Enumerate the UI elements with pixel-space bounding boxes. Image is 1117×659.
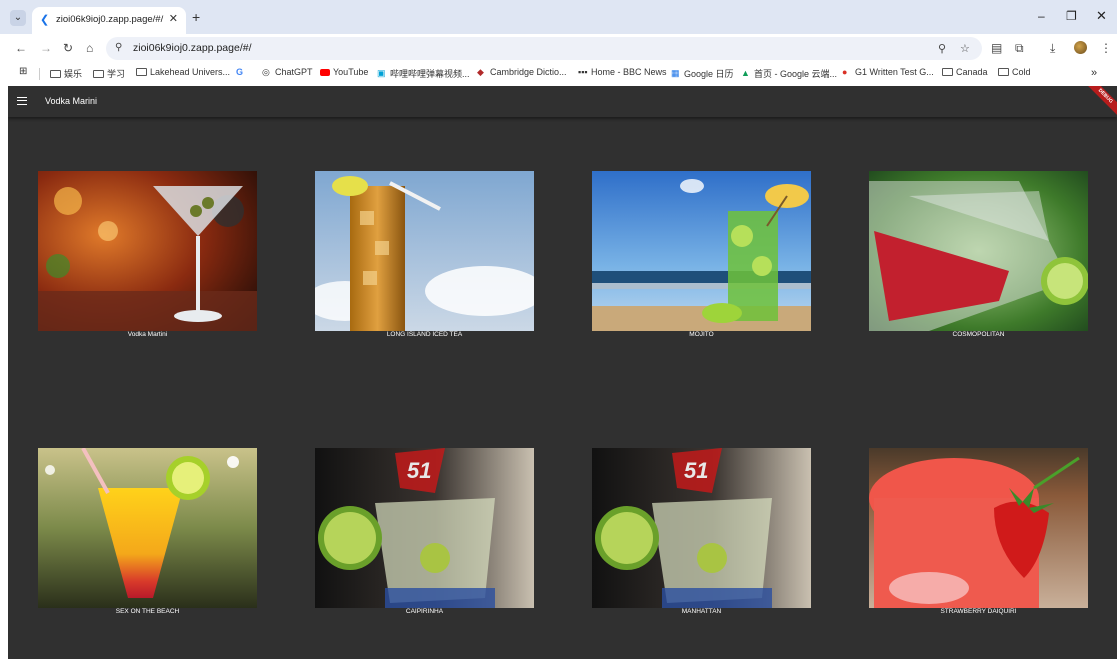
svg-text:51: 51	[684, 458, 708, 483]
cocktail-image-caipirinha[interactable]: 51	[315, 448, 534, 608]
cocktail-name: CAIPIRINHA	[405, 608, 444, 615]
calendar-icon: ▦	[671, 68, 680, 78]
bookmark-link[interactable]: ◆ Cambridge Dictio...	[477, 67, 567, 77]
cocktail-name: MANHATTAN	[681, 608, 722, 615]
window-close-icon[interactable]: ✕	[1096, 8, 1107, 24]
hamburger-menu-icon[interactable]	[17, 97, 27, 105]
bookmarks-bar: ⊞ 娱乐 学习 Lakehead Univers... G ◎ ChatGPT Y…	[0, 62, 1117, 86]
cocktail-image-vodka-martini[interactable]	[38, 171, 257, 331]
bookmark-link[interactable]: ▪▪▪ Home - BBC News	[578, 67, 667, 77]
cambridge-icon: ◆	[477, 66, 484, 77]
apps-icon[interactable]: ⊞	[19, 67, 29, 77]
menu-icon[interactable]: ⋮	[1100, 41, 1112, 55]
favicon-icon: ❮	[40, 14, 50, 26]
folder-icon	[93, 69, 104, 78]
folder-icon	[136, 68, 147, 76]
cocktail-image-cosmopolitan[interactable]	[869, 171, 1088, 331]
tab-title: zioi06k9ioj0.zapp.page/#/	[56, 14, 164, 25]
bookmarks-separator	[39, 68, 40, 80]
cocktail-image-strawberry-daiquiri[interactable]	[869, 448, 1088, 608]
ontario-icon: ●	[842, 66, 848, 77]
folder-icon	[998, 68, 1009, 76]
cocktail-name: SEX ON THE BEACH	[115, 608, 180, 615]
forward-icon[interactable]: →	[40, 41, 52, 55]
app-bar: Vodka Marini DEBUG	[8, 86, 1117, 119]
bookmark-link[interactable]: YouTube	[320, 67, 368, 77]
minimize-icon[interactable]: –	[1038, 9, 1045, 23]
tab-strip: ⌄ ❮ zioi06k9ioj0.zapp.page/#/ ✕ + – ❐ ✕	[0, 0, 1117, 34]
app-title: Vodka Marini	[45, 96, 98, 106]
cocktail-name: STRAWBERRY DAIQUIRI	[940, 608, 1017, 615]
cocktail-name: LONG ISLAND ICED TEA	[386, 331, 463, 338]
extensions-icon[interactable]: ⧉	[1015, 41, 1024, 55]
cocktail-app: Vodka Marini DEBUG Vodka Martini LONG IS…	[8, 86, 1117, 659]
svg-text:51: 51	[407, 458, 431, 483]
bookmark-link[interactable]: ▣ 哔哩哔哩弹幕视频...	[377, 67, 470, 80]
address-bar[interactable]: ⚲ zioi06k9ioj0.zapp.page/#/ ⚲ ☆	[106, 37, 982, 60]
more-bookmarks-icon[interactable]: »	[1091, 67, 1097, 79]
browser-toolbar: ← → ↻ ⌂ ⚲ zioi06k9ioj0.zapp.page/#/ ⚲ ☆ …	[0, 34, 1117, 62]
bbc-icon: ▪▪▪	[578, 66, 588, 77]
cocktail-image-mojito[interactable]	[592, 171, 811, 331]
browser-chrome: ⌄ ❮ zioi06k9ioj0.zapp.page/#/ ✕ + – ❐ ✕ …	[0, 0, 1117, 86]
chatgpt-icon: ◎	[262, 66, 270, 77]
bookmark-link[interactable]: ◎ ChatGPT	[262, 67, 313, 77]
browser-tab[interactable]: ❮ zioi06k9ioj0.zapp.page/#/ ✕	[32, 7, 186, 34]
cocktail-image-manhattan[interactable]: 51	[592, 448, 811, 608]
cocktail-name: MOJITO	[689, 331, 714, 338]
cocktail-image-sex-on-the-beach[interactable]	[38, 448, 257, 608]
cocktail-name: Vodka Martini	[127, 331, 168, 338]
cocktail-image-long-island-iced-tea[interactable]	[315, 171, 534, 331]
bookmark-folder[interactable]: Lakehead Univers...	[136, 67, 230, 77]
youtube-icon	[320, 68, 330, 76]
bookmark-folder[interactable]: Canada	[942, 67, 988, 77]
tab-list-icon[interactable]: ⌄	[10, 10, 26, 26]
address-url[interactable]: zioi06k9ioj0.zapp.page/#/	[133, 42, 252, 54]
google-icon[interactable]: G	[236, 67, 243, 77]
drive-icon: ▲	[741, 68, 750, 78]
bookmark-link[interactable]: ▲ 首页 - Google 云端...	[741, 67, 837, 80]
reload-icon[interactable]: ↻	[63, 41, 73, 55]
download-icon[interactable]: ⤓	[1050, 41, 1055, 55]
avatar[interactable]	[1074, 41, 1087, 54]
folder-icon	[942, 68, 953, 76]
folder-icon	[50, 69, 61, 78]
bookmark-folder[interactable]: 学习	[93, 67, 125, 80]
new-tab-icon[interactable]: +	[192, 10, 200, 24]
zoom-icon[interactable]: ⚲	[938, 42, 946, 55]
bookmark-link[interactable]: ▦ Google 日历	[671, 67, 734, 80]
bookmark-folder[interactable]: 娱乐	[50, 67, 82, 80]
bilibili-icon: ▣	[377, 68, 386, 78]
close-icon[interactable]: ✕	[169, 12, 178, 25]
cocktail-name: COSMOPOLITAN	[952, 331, 1005, 338]
bookmark-link[interactable]: ● G1 Written Test G...	[842, 67, 934, 77]
home-icon[interactable]: ⌂	[86, 41, 93, 55]
back-icon[interactable]: ←	[15, 41, 27, 55]
site-info-icon[interactable]: ⚲	[115, 42, 122, 53]
debug-banner: DEBUG	[1083, 86, 1117, 119]
star-icon[interactable]: ☆	[960, 42, 970, 55]
restore-icon[interactable]: ❐	[1066, 9, 1077, 23]
reading-list-icon[interactable]: ▤	[991, 41, 1002, 55]
bookmark-folder[interactable]: Cold	[998, 67, 1031, 77]
